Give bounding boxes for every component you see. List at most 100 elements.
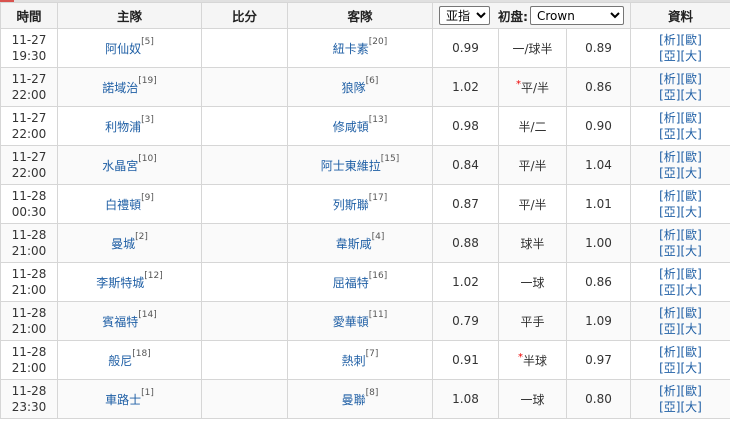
- analysis-link[interactable]: [析]: [659, 267, 680, 281]
- home-team-cell[interactable]: 白禮頓[9]: [58, 185, 202, 224]
- match-time: 11-2800:30: [1, 185, 58, 224]
- info-links-cell: [析][歐] [亞][大]: [631, 380, 730, 419]
- asia-odds-link[interactable]: [亞]: [659, 49, 680, 63]
- over-under-link[interactable]: [大]: [681, 88, 702, 102]
- home-team-cell[interactable]: 利物浦[3]: [58, 107, 202, 146]
- away-team-cell[interactable]: 屈福特[16]: [288, 263, 433, 302]
- handicap-cell: 平/半: [499, 185, 567, 224]
- analysis-link[interactable]: [析]: [659, 345, 680, 359]
- over-under-link[interactable]: [大]: [681, 127, 702, 141]
- analysis-link[interactable]: [析]: [659, 150, 680, 164]
- over-under-link[interactable]: [大]: [681, 361, 702, 375]
- home-team-name[interactable]: 水晶宮: [102, 159, 138, 173]
- away-team-cell[interactable]: 列斯聯[17]: [288, 185, 433, 224]
- header-odds: 亚指 初盘: Crown: [433, 3, 631, 29]
- match-date: 11-28: [12, 267, 47, 281]
- handicap-value: 球半: [520, 237, 544, 251]
- europe-odds-link[interactable]: [歐]: [681, 384, 702, 398]
- home-team-name[interactable]: 車路士: [105, 393, 141, 407]
- table-row: 11-2800:30 白禮頓[9] 列斯聯[17] 0.87 平/半 1.01 …: [1, 185, 730, 224]
- away-team-name[interactable]: 曼聯: [342, 393, 366, 407]
- over-under-link[interactable]: [大]: [681, 322, 702, 336]
- asia-odds-link[interactable]: [亞]: [659, 283, 680, 297]
- away-team-name[interactable]: 列斯聯: [333, 198, 369, 212]
- home-team-cell[interactable]: 阿仙奴[5]: [58, 29, 202, 68]
- analysis-link[interactable]: [析]: [659, 72, 680, 86]
- europe-odds-link[interactable]: [歐]: [681, 345, 702, 359]
- away-team-name[interactable]: 紐卡素: [333, 42, 369, 56]
- home-team-name[interactable]: 白禮頓: [105, 198, 141, 212]
- away-team-cell[interactable]: 韋斯咸[4]: [288, 224, 433, 263]
- asia-odds-link[interactable]: [亞]: [659, 322, 680, 336]
- away-team-rank: [11]: [369, 310, 387, 320]
- home-team-name[interactable]: 諾域治: [102, 81, 138, 95]
- europe-odds-link[interactable]: [歐]: [681, 306, 702, 320]
- away-team-name[interactable]: 韋斯咸: [336, 237, 372, 251]
- home-team-name[interactable]: 利物浦: [105, 120, 141, 134]
- home-team-rank: [5]: [141, 37, 154, 47]
- asia-odds-link[interactable]: [亞]: [659, 400, 680, 414]
- over-under-link[interactable]: [大]: [681, 166, 702, 180]
- home-team-name[interactable]: 賓福特: [102, 315, 138, 329]
- away-team-name[interactable]: 熱刺: [342, 354, 366, 368]
- europe-odds-link[interactable]: [歐]: [681, 228, 702, 242]
- europe-odds-link[interactable]: [歐]: [681, 267, 702, 281]
- europe-odds-link[interactable]: [歐]: [681, 150, 702, 164]
- europe-odds-link[interactable]: [歐]: [681, 72, 702, 86]
- home-team-cell[interactable]: 車路士[1]: [58, 380, 202, 419]
- analysis-link[interactable]: [析]: [659, 228, 680, 242]
- match-time: 11-2821:00: [1, 302, 58, 341]
- score-cell: [202, 185, 288, 224]
- away-team-cell[interactable]: 狼隊[6]: [288, 68, 433, 107]
- analysis-link[interactable]: [析]: [659, 384, 680, 398]
- asia-odds-link[interactable]: [亞]: [659, 166, 680, 180]
- away-team-name[interactable]: 愛華頓: [333, 315, 369, 329]
- home-team-cell[interactable]: 般尼[18]: [58, 341, 202, 380]
- over-under-link[interactable]: [大]: [681, 205, 702, 219]
- home-team-cell[interactable]: 諾域治[19]: [58, 68, 202, 107]
- home-team-name[interactable]: 曼城: [111, 237, 135, 251]
- over-under-link[interactable]: [大]: [681, 244, 702, 258]
- away-team-cell[interactable]: 修咸頓[13]: [288, 107, 433, 146]
- over-under-link[interactable]: [大]: [681, 49, 702, 63]
- handicap-value: 平手: [520, 315, 544, 329]
- europe-odds-link[interactable]: [歐]: [681, 33, 702, 47]
- home-team-cell[interactable]: 水晶宮[10]: [58, 146, 202, 185]
- analysis-link[interactable]: [析]: [659, 189, 680, 203]
- away-team-name[interactable]: 修咸頓: [333, 120, 369, 134]
- europe-odds-link[interactable]: [歐]: [681, 111, 702, 125]
- analysis-link[interactable]: [析]: [659, 306, 680, 320]
- away-team-name[interactable]: 屈福特: [333, 276, 369, 290]
- asia-odds-link[interactable]: [亞]: [659, 205, 680, 219]
- over-under-link[interactable]: [大]: [681, 283, 702, 297]
- home-team-cell[interactable]: 賓福特[14]: [58, 302, 202, 341]
- over-under-link[interactable]: [大]: [681, 400, 702, 414]
- company-select[interactable]: Crown: [530, 6, 624, 25]
- asia-odds-link[interactable]: [亞]: [659, 88, 680, 102]
- home-team-cell[interactable]: 曼城[2]: [58, 224, 202, 263]
- away-team-cell[interactable]: 愛華頓[11]: [288, 302, 433, 341]
- home-team-cell[interactable]: 李斯特城[12]: [58, 263, 202, 302]
- away-team-cell[interactable]: 紐卡素[20]: [288, 29, 433, 68]
- home-team-name[interactable]: 李斯特城: [96, 276, 144, 290]
- europe-odds-link[interactable]: [歐]: [681, 189, 702, 203]
- analysis-link[interactable]: [析]: [659, 111, 680, 125]
- analysis-link[interactable]: [析]: [659, 33, 680, 47]
- away-team-cell[interactable]: 阿士東維拉[15]: [288, 146, 433, 185]
- home-team-name[interactable]: 阿仙奴: [105, 42, 141, 56]
- away-team-name[interactable]: 阿士東維拉: [321, 159, 381, 173]
- home-team-name[interactable]: 般尼: [108, 354, 132, 368]
- handicap-value: 平/半: [521, 81, 549, 95]
- score-cell: [202, 224, 288, 263]
- table-row: 11-2821:00 曼城[2] 韋斯咸[4] 0.88 球半 1.00 [析]…: [1, 224, 730, 263]
- away-team-name[interactable]: 狼隊: [342, 81, 366, 95]
- match-clock: 21:00: [12, 322, 47, 336]
- asia-odds-link[interactable]: [亞]: [659, 127, 680, 141]
- away-team-cell[interactable]: 熱刺[7]: [288, 341, 433, 380]
- asia-odds-link[interactable]: [亞]: [659, 244, 680, 258]
- info-links-cell: [析][歐] [亞][大]: [631, 341, 730, 380]
- asia-odds-link[interactable]: [亞]: [659, 361, 680, 375]
- odds-type-select[interactable]: 亚指: [439, 6, 490, 25]
- away-team-cell[interactable]: 曼聯[8]: [288, 380, 433, 419]
- home-odds: 0.91: [433, 341, 499, 380]
